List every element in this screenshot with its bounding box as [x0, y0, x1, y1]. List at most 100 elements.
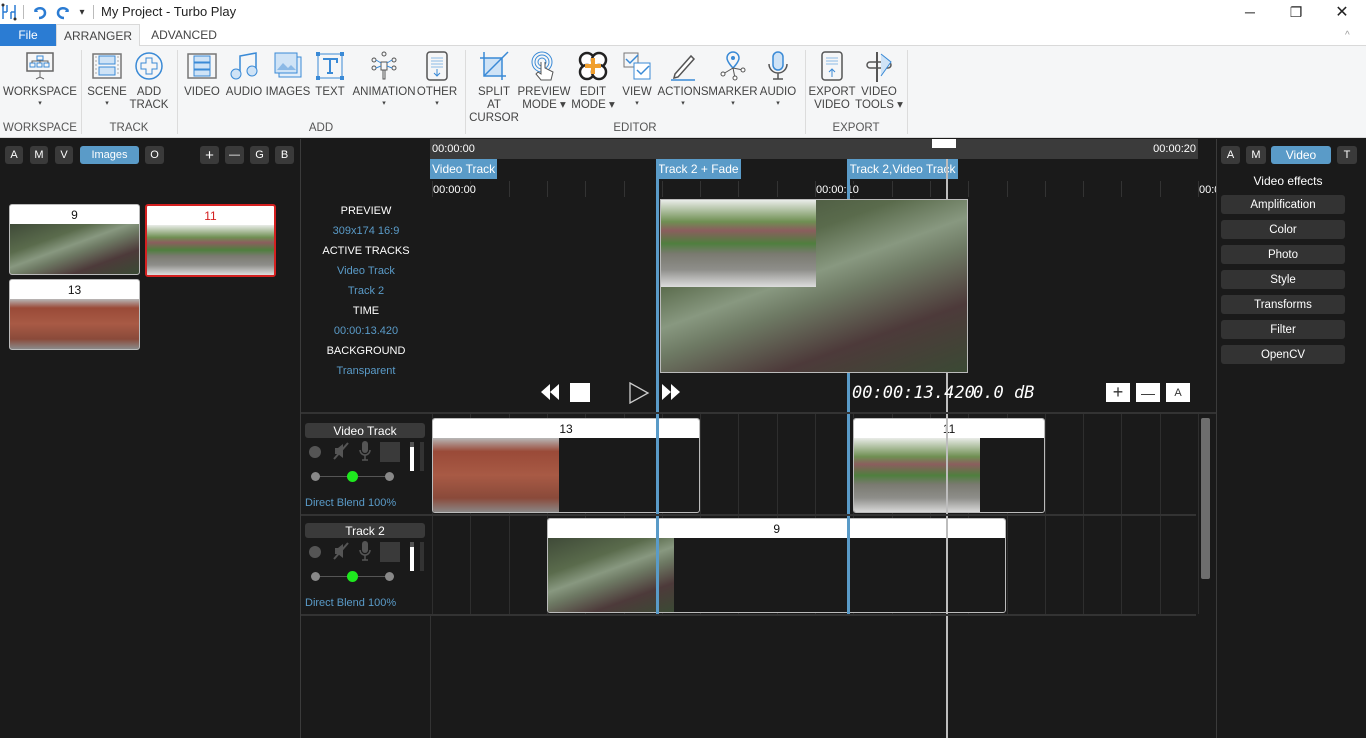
ruler-tick — [929, 181, 931, 197]
blend-mode-link[interactable]: Direct Blend 100% — [305, 597, 396, 609]
zoom-in-media-button[interactable]: + — [200, 146, 219, 164]
effects-heading: Video effects — [1253, 174, 1323, 188]
media-item-9[interactable]: 9 — [9, 204, 140, 275]
actions-button[interactable]: ACTIONS ▾ — [657, 50, 709, 108]
restore-button[interactable]: ❐ — [1273, 0, 1319, 24]
minimize-button[interactable]: ─ — [1227, 0, 1273, 24]
overview-start-time: 00:00:00 — [432, 143, 475, 155]
input-mic-button[interactable] — [359, 541, 371, 564]
timeline-zoom-out-button[interactable]: — — [1136, 383, 1160, 402]
record-toggle[interactable] — [309, 446, 321, 458]
preview-mode-button[interactable]: PREVIEW MODE ▾ — [517, 50, 571, 112]
other-label: OTHER — [416, 86, 458, 98]
play-button[interactable] — [628, 381, 650, 407]
marker-video-track[interactable]: Video Track — [430, 159, 498, 179]
pan-slider-thumb[interactable] — [347, 471, 358, 482]
timeline-overview-bar[interactable]: 00:00:00 00:00:20 — [430, 139, 1198, 159]
preview-canvas[interactable] — [660, 199, 968, 373]
marker-button[interactable]: MARKER ▾ — [708, 50, 758, 108]
filter-images-button[interactable]: Images — [80, 146, 139, 164]
effect-opencv[interactable]: OpenCV — [1221, 345, 1345, 364]
filter-music-button[interactable]: M — [30, 146, 48, 164]
view-button[interactable]: VIEW ▾ — [618, 50, 656, 108]
pan-slider-thumb[interactable] — [347, 571, 358, 582]
video-tools-button[interactable]: VIDEO TOOLS ▾ — [855, 50, 903, 112]
marker-track2-video-track[interactable]: Track 2,Video Track — [847, 159, 958, 179]
effects-tab-music[interactable]: M — [1246, 146, 1266, 164]
track-name[interactable]: Track 2 — [305, 523, 425, 538]
rewind-icon — [541, 384, 559, 400]
pan-slider-right-end — [385, 572, 394, 581]
scene-button[interactable]: SCENE ▾ — [87, 50, 127, 108]
filter-other-button[interactable]: O — [145, 146, 164, 164]
video-tools-label-2: TOOLS ▾ — [855, 99, 903, 111]
effect-filter[interactable]: Filter — [1221, 320, 1345, 339]
effect-photo[interactable]: Photo — [1221, 245, 1345, 264]
zoom-out-media-button[interactable]: — — [225, 146, 244, 164]
rewind-button[interactable] — [540, 383, 560, 406]
grid-view-button[interactable]: G — [250, 146, 269, 164]
ruler-label: 00:00:20 — [1199, 184, 1216, 196]
undo-icon — [33, 7, 47, 20]
media-item-13[interactable]: 13 — [9, 279, 140, 350]
media-thumbnail — [147, 225, 274, 275]
mute-button[interactable] — [333, 542, 349, 563]
mute-button[interactable] — [333, 442, 349, 465]
record-toggle[interactable] — [309, 546, 321, 558]
marker-track2-fade[interactable]: Track 2 + Fade — [655, 159, 741, 179]
add-text-button[interactable]: TEXT — [313, 50, 347, 99]
effect-amplification[interactable]: Amplification — [1221, 195, 1345, 214]
add-track-icon — [135, 52, 163, 80]
workspace-button[interactable]: WORKSPACE ▾ — [3, 50, 77, 108]
effects-tab-text[interactable]: T — [1337, 146, 1357, 164]
input-mic-button[interactable] — [359, 441, 371, 464]
track-name[interactable]: Video Track — [305, 423, 425, 438]
add-animation-button[interactable]: ANIMATION ▾ — [352, 50, 416, 108]
microphone-icon — [359, 541, 371, 561]
effect-transforms[interactable]: Transforms — [1221, 295, 1345, 314]
close-button[interactable]: ✕ — [1319, 0, 1365, 24]
track-color-swatch[interactable] — [380, 442, 400, 462]
tab-arranger[interactable]: ARRANGER — [56, 24, 140, 47]
fast-forward-button[interactable] — [661, 383, 681, 404]
timeline-auto-button[interactable]: A — [1166, 383, 1190, 402]
marker-line-overlay — [655, 179, 659, 614]
tab-advanced[interactable]: ADVANCED — [142, 24, 226, 46]
media-item-11[interactable]: 11 — [145, 204, 276, 277]
timeline-clip-9[interactable]: 9 — [546, 518, 1007, 613]
dropdown-caret: ▾ — [776, 100, 780, 107]
add-video-button[interactable]: VIDEO — [183, 50, 221, 99]
effect-color[interactable]: Color — [1221, 220, 1345, 239]
effects-tab-video[interactable]: Video — [1271, 146, 1331, 164]
blend-mode-link[interactable]: Direct Blend 100% — [305, 497, 396, 509]
clip-label: 9 — [547, 519, 1006, 538]
pan-slider-left-end — [311, 572, 320, 581]
undo-button[interactable] — [31, 3, 49, 21]
export-video-button[interactable]: EXPORT VIDEO — [808, 50, 856, 112]
audio-editor-button[interactable]: AUDIO ▾ — [758, 50, 798, 108]
timeline-vertical-scrollbar[interactable] — [1201, 418, 1210, 579]
playhead-handle[interactable] — [932, 139, 956, 148]
effects-tab-audio[interactable]: A — [1221, 146, 1240, 164]
add-track-button[interactable]: ADD TRACK — [128, 50, 170, 112]
edit-mode-button[interactable]: EDIT MODE ▾ — [570, 50, 616, 112]
effect-style[interactable]: Style — [1221, 270, 1345, 289]
background-value: Transparent — [336, 365, 396, 377]
collapse-ribbon-button[interactable]: ^ — [1345, 30, 1350, 41]
track-color-swatch[interactable] — [380, 542, 400, 562]
add-audio-button[interactable]: AUDIO — [224, 50, 264, 99]
split-at-cursor-button[interactable]: SPLIT AT CURSOR — [469, 50, 519, 125]
timeline-zoom-in-button[interactable]: + — [1106, 382, 1130, 402]
stop-button[interactable] — [570, 383, 590, 402]
tab-file[interactable]: File — [0, 24, 56, 46]
filter-video-button[interactable]: V — [55, 146, 73, 164]
filter-audio-button[interactable]: A — [5, 146, 23, 164]
marker-label: MARKER — [708, 86, 758, 98]
customize-quick-access-button[interactable]: ▾ — [76, 3, 88, 21]
add-images-button[interactable]: IMAGES — [265, 50, 311, 99]
timeline-clip-13[interactable]: 13 — [432, 418, 701, 513]
redo-button[interactable] — [54, 3, 72, 21]
timeline-clip-11[interactable]: 11 — [853, 418, 1045, 513]
browse-button[interactable]: B — [275, 146, 294, 164]
add-other-button[interactable]: OTHER ▾ — [417, 50, 457, 108]
